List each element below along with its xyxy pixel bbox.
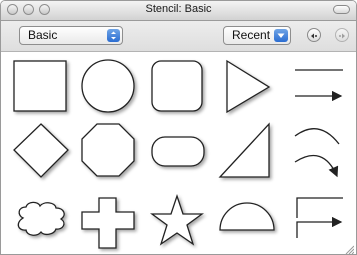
stencil-window: Stencil: Basic Basic Recent bbox=[0, 0, 357, 255]
diamond-shape[interactable] bbox=[13, 123, 69, 178]
octagon-shape[interactable] bbox=[81, 123, 135, 177]
recent-select[interactable]: Recent bbox=[223, 26, 291, 45]
elbow-arrow-shape[interactable] bbox=[296, 216, 343, 238]
square-shape[interactable] bbox=[13, 60, 67, 112]
title-bar: Stencil: Basic bbox=[1, 1, 356, 21]
window-title: Stencil: Basic bbox=[145, 3, 212, 15]
stencil-canvas bbox=[1, 52, 356, 254]
curved-arrow-shape[interactable] bbox=[294, 154, 339, 178]
forward-circle-icon[interactable] bbox=[335, 28, 349, 42]
stencil-select[interactable]: Basic bbox=[19, 26, 123, 45]
resize-handle-icon[interactable] bbox=[344, 244, 354, 254]
pill-shape[interactable] bbox=[151, 136, 205, 167]
elbow-line-shape[interactable] bbox=[296, 197, 343, 218]
select-arrows-icon bbox=[107, 29, 120, 42]
back-circle-icon[interactable] bbox=[307, 28, 321, 42]
cloud-shape[interactable] bbox=[17, 201, 65, 236]
triangle-shape[interactable] bbox=[226, 59, 271, 114]
recent-select-value: Recent bbox=[232, 28, 271, 42]
right-triangle-shape[interactable] bbox=[218, 122, 270, 178]
circle-shape[interactable] bbox=[81, 59, 135, 113]
cross-shape[interactable] bbox=[81, 197, 135, 249]
toolbar: Basic Recent bbox=[1, 21, 356, 52]
half-circle-shape[interactable] bbox=[219, 202, 275, 231]
curve-shape[interactable] bbox=[294, 128, 340, 145]
star-shape[interactable] bbox=[150, 193, 204, 246]
rounded-rectangle-shape[interactable] bbox=[151, 60, 203, 112]
stencil-select-value: Basic bbox=[28, 28, 58, 42]
chevron-down-icon bbox=[274, 29, 288, 42]
toolbar-toggle-button[interactable] bbox=[333, 5, 350, 14]
